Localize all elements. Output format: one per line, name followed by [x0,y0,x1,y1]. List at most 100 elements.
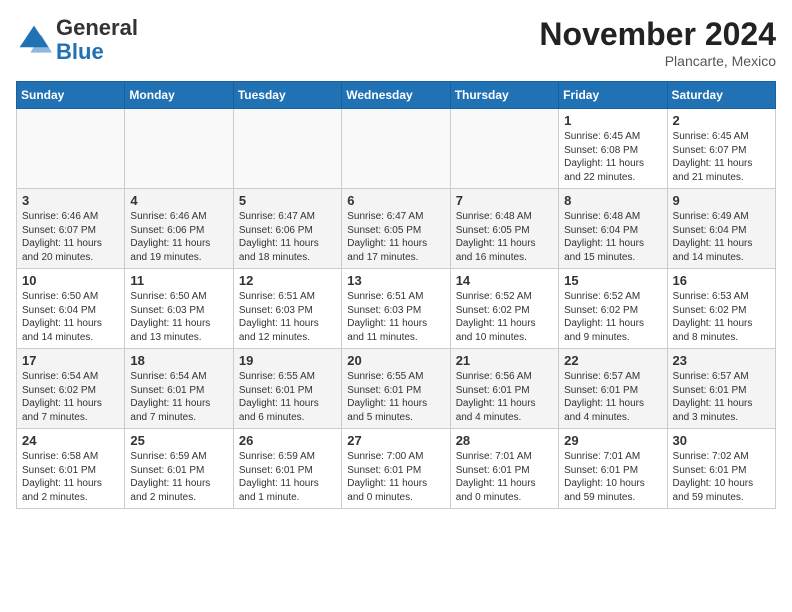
logo-general: General [56,15,138,40]
day-header-saturday: Saturday [667,82,775,109]
logo-blue: Blue [56,39,104,64]
day-number: 19 [239,353,336,368]
cell-info: Sunrise: 6:46 AM Sunset: 6:07 PM Dayligh… [22,210,119,264]
cell-info: Sunrise: 7:02 AM Sunset: 6:01 PM Dayligh… [673,450,770,504]
day-number: 29 [564,433,661,448]
calendar-cell: 16 Sunrise: 6:53 AM Sunset: 6:02 PM Dayli… [667,269,775,349]
calendar-week-5: 24 Sunrise: 6:58 AM Sunset: 6:01 PM Dayli… [17,429,776,509]
cell-info: Sunrise: 6:48 AM Sunset: 6:04 PM Dayligh… [564,210,661,264]
calendar-cell: 22 Sunrise: 6:57 AM Sunset: 6:01 PM Dayli… [559,349,667,429]
calendar-cell: 4 Sunrise: 6:46 AM Sunset: 6:06 PM Daylig… [125,189,233,269]
calendar-cell: 18 Sunrise: 6:54 AM Sunset: 6:01 PM Dayli… [125,349,233,429]
day-number: 5 [239,193,336,208]
day-number: 4 [130,193,227,208]
day-number: 9 [673,193,770,208]
page-header: General Blue November 2024 Plancarte, Me… [16,16,776,69]
day-number: 24 [22,433,119,448]
calendar-cell [233,109,341,189]
logo: General Blue [16,16,138,64]
cell-info: Sunrise: 6:54 AM Sunset: 6:01 PM Dayligh… [130,370,227,424]
calendar-cell: 24 Sunrise: 6:58 AM Sunset: 6:01 PM Dayli… [17,429,125,509]
calendar-cell [125,109,233,189]
cell-info: Sunrise: 6:49 AM Sunset: 6:04 PM Dayligh… [673,210,770,264]
day-number: 28 [456,433,553,448]
day-number: 21 [456,353,553,368]
day-number: 18 [130,353,227,368]
calendar-cell: 6 Sunrise: 6:47 AM Sunset: 6:05 PM Daylig… [342,189,450,269]
calendar-cell: 14 Sunrise: 6:52 AM Sunset: 6:02 PM Dayli… [450,269,558,349]
day-number: 3 [22,193,119,208]
calendar-cell: 12 Sunrise: 6:51 AM Sunset: 6:03 PM Dayli… [233,269,341,349]
cell-info: Sunrise: 7:01 AM Sunset: 6:01 PM Dayligh… [564,450,661,504]
day-number: 13 [347,273,444,288]
day-number: 16 [673,273,770,288]
calendar-cell: 2Sunrise: 6:45 AM Sunset: 6:07 PM Daylig… [667,109,775,189]
calendar-cell [450,109,558,189]
month-title: November 2024 [539,16,776,53]
day-number: 15 [564,273,661,288]
cell-info: Sunrise: 6:47 AM Sunset: 6:06 PM Dayligh… [239,210,336,264]
calendar-cell: 7Sunrise: 6:48 AM Sunset: 6:05 PM Daylig… [450,189,558,269]
cell-info: Sunrise: 6:52 AM Sunset: 6:02 PM Dayligh… [564,290,661,344]
day-number: 30 [673,433,770,448]
cell-info: Sunrise: 6:50 AM Sunset: 6:04 PM Dayligh… [22,290,119,344]
calendar-cell: 27Sunrise: 7:00 AM Sunset: 6:01 PM Dayli… [342,429,450,509]
calendar-cell: 17 Sunrise: 6:54 AM Sunset: 6:02 PM Dayli… [17,349,125,429]
calendar-cell: 3 Sunrise: 6:46 AM Sunset: 6:07 PM Daylig… [17,189,125,269]
calendar-cell: 1Sunrise: 6:45 AM Sunset: 6:08 PM Daylig… [559,109,667,189]
day-number: 12 [239,273,336,288]
title-block: November 2024 Plancarte, Mexico [539,16,776,69]
cell-info: Sunrise: 6:59 AM Sunset: 6:01 PM Dayligh… [130,450,227,504]
cell-info: Sunrise: 6:58 AM Sunset: 6:01 PM Dayligh… [22,450,119,504]
cell-info: Sunrise: 6:46 AM Sunset: 6:06 PM Dayligh… [130,210,227,264]
calendar-cell: 8 Sunrise: 6:48 AM Sunset: 6:04 PM Daylig… [559,189,667,269]
day-number: 20 [347,353,444,368]
cell-info: Sunrise: 6:45 AM Sunset: 6:08 PM Dayligh… [564,130,661,184]
day-number: 7 [456,193,553,208]
calendar-week-4: 17 Sunrise: 6:54 AM Sunset: 6:02 PM Dayli… [17,349,776,429]
cell-info: Sunrise: 6:56 AM Sunset: 6:01 PM Dayligh… [456,370,553,424]
cell-info: Sunrise: 6:55 AM Sunset: 6:01 PM Dayligh… [239,370,336,424]
calendar-cell [17,109,125,189]
cell-info: Sunrise: 6:53 AM Sunset: 6:02 PM Dayligh… [673,290,770,344]
calendar-cell: 25Sunrise: 6:59 AM Sunset: 6:01 PM Dayli… [125,429,233,509]
calendar-cell: 30 Sunrise: 7:02 AM Sunset: 6:01 PM Dayli… [667,429,775,509]
cell-info: Sunrise: 6:57 AM Sunset: 6:01 PM Dayligh… [673,370,770,424]
calendar-cell: 5 Sunrise: 6:47 AM Sunset: 6:06 PM Daylig… [233,189,341,269]
day-number: 23 [673,353,770,368]
calendar-cell: 21 Sunrise: 6:56 AM Sunset: 6:01 PM Dayli… [450,349,558,429]
day-number: 6 [347,193,444,208]
calendar-cell: 15 Sunrise: 6:52 AM Sunset: 6:02 PM Dayli… [559,269,667,349]
day-header-thursday: Thursday [450,82,558,109]
cell-info: Sunrise: 6:45 AM Sunset: 6:07 PM Dayligh… [673,130,770,184]
cell-info: Sunrise: 6:54 AM Sunset: 6:02 PM Dayligh… [22,370,119,424]
calendar-cell: 20Sunrise: 6:55 AM Sunset: 6:01 PM Dayli… [342,349,450,429]
cell-info: Sunrise: 6:47 AM Sunset: 6:05 PM Dayligh… [347,210,444,264]
day-number: 17 [22,353,119,368]
calendar-cell: 10Sunrise: 6:50 AM Sunset: 6:04 PM Dayli… [17,269,125,349]
calendar-cell [342,109,450,189]
day-header-monday: Monday [125,82,233,109]
day-number: 11 [130,273,227,288]
cell-info: Sunrise: 6:51 AM Sunset: 6:03 PM Dayligh… [239,290,336,344]
day-header-wednesday: Wednesday [342,82,450,109]
day-number: 8 [564,193,661,208]
cell-info: Sunrise: 6:52 AM Sunset: 6:02 PM Dayligh… [456,290,553,344]
cell-info: Sunrise: 6:57 AM Sunset: 6:01 PM Dayligh… [564,370,661,424]
cell-info: Sunrise: 6:59 AM Sunset: 6:01 PM Dayligh… [239,450,336,504]
calendar-cell: 26Sunrise: 6:59 AM Sunset: 6:01 PM Dayli… [233,429,341,509]
calendar-week-1: 1Sunrise: 6:45 AM Sunset: 6:08 PM Daylig… [17,109,776,189]
day-number: 27 [347,433,444,448]
calendar-cell: 23 Sunrise: 6:57 AM Sunset: 6:01 PM Dayli… [667,349,775,429]
calendar-cell: 9 Sunrise: 6:49 AM Sunset: 6:04 PM Daylig… [667,189,775,269]
calendar-cell: 13 Sunrise: 6:51 AM Sunset: 6:03 PM Dayli… [342,269,450,349]
cell-info: Sunrise: 6:50 AM Sunset: 6:03 PM Dayligh… [130,290,227,344]
cell-info: Sunrise: 6:51 AM Sunset: 6:03 PM Dayligh… [347,290,444,344]
day-header-tuesday: Tuesday [233,82,341,109]
day-header-friday: Friday [559,82,667,109]
calendar-header-row: SundayMondayTuesdayWednesdayThursdayFrid… [17,82,776,109]
calendar-week-3: 10Sunrise: 6:50 AM Sunset: 6:04 PM Dayli… [17,269,776,349]
day-number: 22 [564,353,661,368]
calendar-body: 1Sunrise: 6:45 AM Sunset: 6:08 PM Daylig… [17,109,776,509]
day-number: 14 [456,273,553,288]
